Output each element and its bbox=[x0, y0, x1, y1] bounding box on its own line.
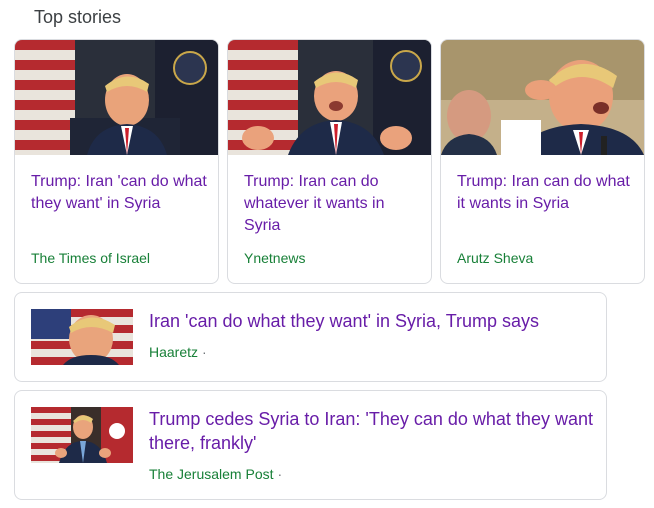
story-card-3[interactable]: Trump: Iran can do what it wants in Syri… bbox=[440, 39, 645, 284]
story-thumbnail[interactable] bbox=[441, 40, 644, 155]
story-thumbnail[interactable] bbox=[31, 309, 133, 365]
story-source-name: The Jerusalem Post bbox=[149, 466, 274, 482]
story-row-2[interactable]: Trump cedes Syria to Iran: 'They can do … bbox=[14, 390, 607, 500]
story-headline[interactable]: Trump: Iran can do whatever it wants in … bbox=[244, 171, 420, 237]
story-headline[interactable]: Trump: Iran can do what it wants in Syri… bbox=[457, 171, 633, 215]
story-headline[interactable]: Trump cedes Syria to Iran: 'They can do … bbox=[149, 407, 599, 455]
story-thumbnail[interactable] bbox=[31, 407, 133, 463]
source-separator: · bbox=[202, 344, 207, 360]
story-row-1[interactable]: Iran 'can do what they want' in Syria, T… bbox=[14, 292, 607, 382]
story-thumbnail[interactable] bbox=[228, 40, 431, 155]
story-thumbnail[interactable] bbox=[15, 40, 218, 155]
story-source: The Jerusalem Post · bbox=[149, 465, 282, 483]
section-title: Top stories bbox=[34, 7, 122, 27]
story-source: Arutz Sheva bbox=[457, 250, 534, 266]
story-source: Ynetnews bbox=[244, 250, 306, 266]
story-card-1[interactable]: Trump: Iran 'can do what they want' in S… bbox=[14, 39, 219, 284]
story-source: Haaretz · bbox=[149, 343, 207, 361]
story-headline[interactable]: Trump: Iran 'can do what they want' in S… bbox=[31, 171, 207, 215]
story-card-2[interactable]: Trump: Iran can do whatever it wants in … bbox=[227, 39, 432, 284]
story-headline[interactable]: Iran 'can do what they want' in Syria, T… bbox=[149, 309, 599, 333]
story-source: The Times of Israel bbox=[31, 250, 151, 266]
source-separator: · bbox=[277, 466, 283, 482]
story-source-name: Haaretz bbox=[149, 344, 199, 360]
